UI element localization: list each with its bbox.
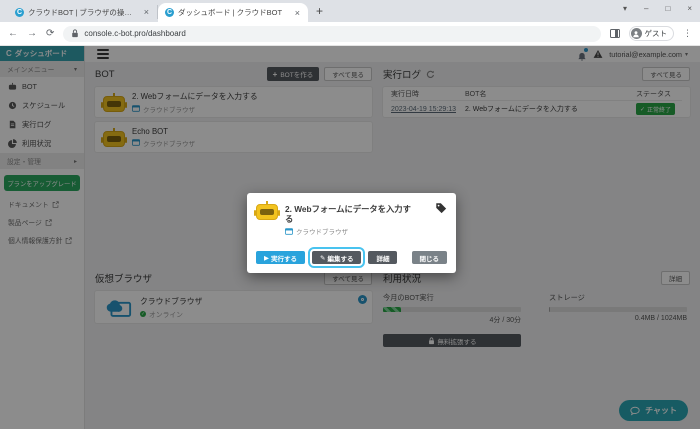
browser-toolbar: ← → ⟳ console.c-bot.pro/dashboard ゲスト ⋮ <box>0 22 700 46</box>
address-bar[interactable]: console.c-bot.pro/dashboard <box>63 26 600 42</box>
lock-icon <box>71 29 79 38</box>
bot-detail-modal: 2. Webフォームにデータを入力する クラウドブラウザ ▶ 実行する ✎ 編集… <box>247 193 456 273</box>
button-label: 実行する <box>271 253 297 263</box>
button-label: 編集する <box>327 253 353 263</box>
tag-icon[interactable] <box>435 202 447 214</box>
browser-tab-bar: C クラウドBOT | ブラウザの操作を自動... × C ダッシュボード | … <box>0 0 700 22</box>
window-menu-icon[interactable]: ▾ <box>623 4 627 13</box>
guest-profile-button[interactable]: ゲスト <box>629 26 675 41</box>
window-minimize-icon[interactable]: – <box>644 4 648 13</box>
window-controls: ▾ – □ × <box>623 1 692 15</box>
url-text: console.c-bot.pro/dashboard <box>84 29 185 38</box>
tab-title: ダッシュボード | クラウドBOT <box>178 7 290 18</box>
bot-robot-icon <box>256 201 278 220</box>
guest-label: ゲスト <box>645 28 668 39</box>
play-icon: ▶ <box>264 254 269 262</box>
close-tab-icon[interactable]: × <box>143 7 150 17</box>
screenshot-root: C クラウドBOT | ブラウザの操作を自動... × C ダッシュボード | … <box>0 0 700 429</box>
new-tab-button[interactable]: + <box>316 4 323 18</box>
site-favicon: C <box>165 8 174 17</box>
site-favicon: C <box>15 8 24 17</box>
browser-tab-1[interactable]: C クラウドBOT | ブラウザの操作を自動... × <box>8 5 158 19</box>
edit-icon: ✎ <box>320 254 325 262</box>
browser-tab-2-active[interactable]: C ダッシュボード | クラウドBOT × <box>158 3 308 22</box>
browser-menu-icon[interactable]: ⋮ <box>683 28 692 39</box>
person-icon <box>631 28 642 39</box>
side-panel-icon[interactable] <box>610 29 620 38</box>
forward-icon[interactable]: → <box>27 28 37 39</box>
reload-icon[interactable]: ⟳ <box>46 28 54 39</box>
window-close-icon[interactable]: × <box>687 4 692 13</box>
modal-env-label: クラウドブラウザ <box>296 226 348 236</box>
edit-button-highlighted[interactable]: ✎ 編集する <box>312 251 361 264</box>
cloud-browser-mini-icon <box>285 228 293 235</box>
modal-bot-title: 2. Webフォームにデータを入力する <box>285 205 419 224</box>
back-icon[interactable]: ← <box>8 28 18 39</box>
window-maximize-icon[interactable]: □ <box>665 4 670 13</box>
close-tab-icon[interactable]: × <box>294 8 301 18</box>
tab-title: クラウドBOT | ブラウザの操作を自動... <box>28 7 139 18</box>
close-button[interactable]: 閉じる <box>412 251 448 264</box>
details-button[interactable]: 詳細 <box>368 251 397 264</box>
run-button[interactable]: ▶ 実行する <box>256 251 305 264</box>
